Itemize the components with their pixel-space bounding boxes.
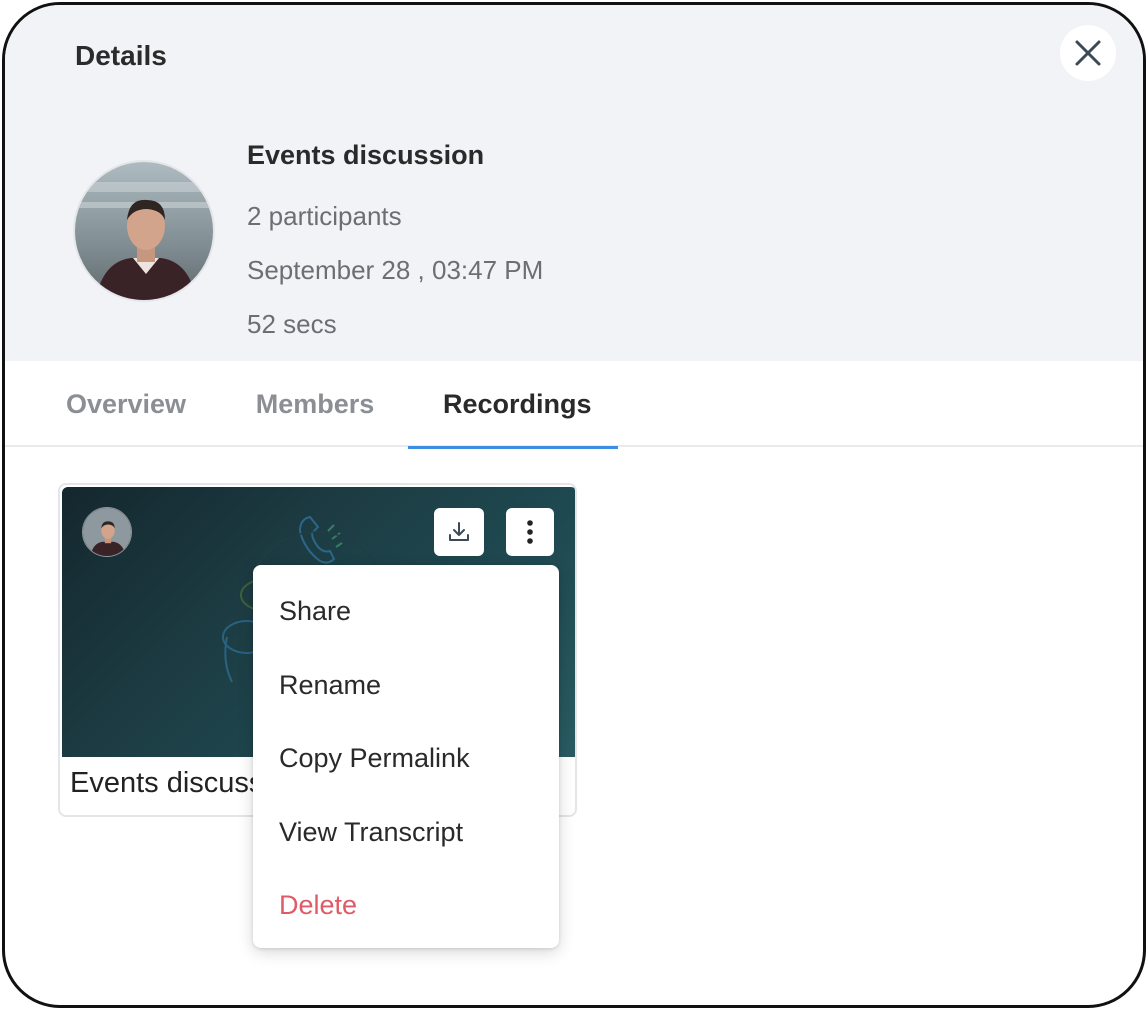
recording-avatar [82,507,132,557]
conversation-avatar [73,160,215,302]
recording-options-menu: Share Rename Copy Permalink View Transcr… [253,565,559,948]
menu-item-rename[interactable]: Rename [253,649,559,723]
menu-item-share[interactable]: Share [253,575,559,649]
download-button[interactable] [434,508,484,556]
details-header: Details Events discussion 2 participants… [5,5,1143,361]
conversation-duration: 52 secs [247,309,337,339]
recording-title: Events discuss [70,767,264,799]
menu-item-view-transcript[interactable]: View Transcript [253,796,559,870]
tab-bar: Overview Members Recordings [5,361,1143,449]
more-vertical-icon [527,520,533,544]
details-dialog: Details Events discussion 2 participants… [2,2,1146,1008]
tab-recordings[interactable]: Recordings [408,361,618,449]
menu-item-delete[interactable]: Delete [253,869,559,943]
download-icon [449,522,469,541]
conversation-datetime: September 28 , 03:47 PM [247,255,544,285]
menu-item-copy-permalink[interactable]: Copy Permalink [253,722,559,796]
close-button[interactable] [1060,25,1116,81]
tab-members[interactable]: Members [255,361,375,447]
conversation-info: Events discussion 2 participants Septemb… [247,135,543,351]
participants-count: 2 participants [247,201,402,231]
dialog-title: Details [75,40,167,71]
more-options-button[interactable] [506,508,554,556]
close-icon [1075,40,1101,66]
conversation-name: Events discussion [247,140,485,170]
tab-overview[interactable]: Overview [65,361,187,447]
